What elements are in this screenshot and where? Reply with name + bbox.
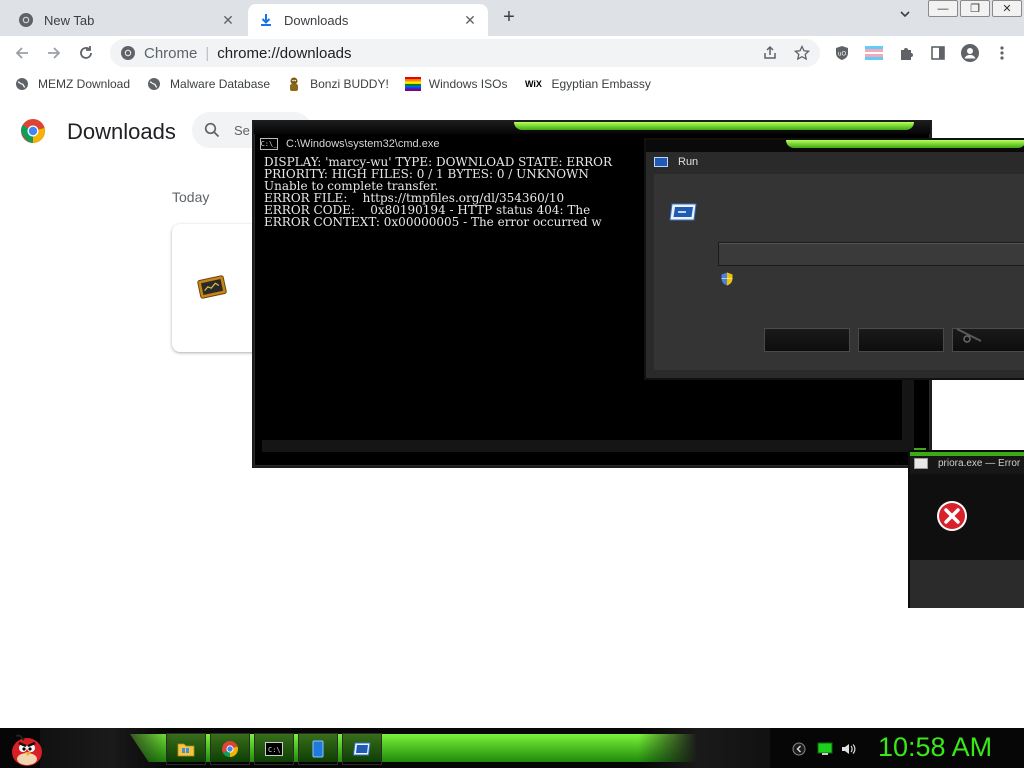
notepad-icon [312, 740, 324, 758]
bookmark-bonzi-buddy[interactable]: Bonzi BUDDY! [286, 76, 389, 92]
cmd-window-frame-top [254, 122, 930, 134]
maximize-button[interactable]: ❐ [960, 0, 990, 17]
chrome-icon [18, 12, 34, 28]
error-icon [937, 501, 967, 531]
angry-bird-icon [12, 734, 42, 766]
error-body [910, 474, 1024, 560]
bookmark-label: MEMZ Download [38, 77, 131, 91]
taskbar-run[interactable] [342, 733, 382, 765]
profile-avatar-icon[interactable] [960, 43, 980, 63]
bookmark-malware-database[interactable]: Malware Database [146, 76, 270, 92]
tab-label: Downloads [284, 12, 349, 28]
bookmark-windows-isos[interactable]: Windows ISOs [404, 76, 508, 92]
url-text: chrome://downloads [217, 44, 352, 62]
run-icon [353, 742, 371, 756]
reload-button[interactable] [74, 41, 98, 65]
side-panel-icon[interactable] [928, 43, 948, 63]
run-title: Run [678, 156, 699, 168]
uac-shield-icon [721, 272, 733, 286]
ok-button[interactable] [764, 328, 850, 352]
cmd-titlebar[interactable]: C:\_ C:\Windows\system32\cmd.exe [260, 136, 439, 152]
bonzi-icon [286, 76, 302, 92]
cmd-icon: C:\_ [260, 138, 278, 150]
address-bar[interactable]: Chrome | chrome://downloads [110, 39, 820, 67]
chrome-icon [120, 45, 136, 61]
taskbar-notepad[interactable] [298, 733, 338, 765]
cancel-button[interactable] [858, 328, 944, 352]
cmd-title: C:\Windows\system32\cmd.exe [286, 138, 440, 150]
network-icon[interactable] [816, 740, 834, 758]
wix-icon: WiX [525, 79, 542, 89]
executable-file-icon [197, 275, 227, 299]
start-button[interactable] [8, 728, 48, 768]
folder-icon [177, 743, 195, 757]
globe-icon [14, 76, 30, 92]
run-window-frame-top [646, 140, 1024, 152]
window-controls: — ❐ ✕ [928, 0, 1024, 18]
run-icon [654, 157, 668, 167]
windows-flag-icon [404, 76, 421, 92]
bookmarks-bar: MEMZ Download Malware Database Bonzi BUD… [0, 70, 1024, 98]
globe-icon [146, 76, 162, 92]
taskbar-chrome[interactable] [210, 733, 250, 765]
pride-flag-extension-icon[interactable] [864, 43, 884, 63]
bookmark-memz[interactable]: MEMZ Download [14, 76, 130, 92]
minimize-button[interactable]: — [928, 0, 958, 17]
run-command-input[interactable] [718, 242, 1024, 266]
chrome-icon [222, 741, 238, 758]
forward-button[interactable] [42, 41, 66, 65]
run-program-icon [669, 203, 697, 221]
browse-button[interactable] [952, 328, 1024, 352]
chevron-down-icon[interactable] [896, 8, 914, 26]
search-placeholder: Se [234, 122, 250, 138]
bookmark-label: Egyptian Embassy [551, 77, 651, 91]
bookmark-label: Malware Database [170, 77, 271, 91]
site-chip-label: Chrome [144, 44, 198, 62]
download-icon [258, 12, 274, 28]
page-title: Downloads [67, 119, 176, 144]
taskbar [0, 728, 1024, 768]
more-menu-icon[interactable] [992, 43, 1012, 63]
error-button-area [910, 560, 1024, 608]
svg-text:uO: uO [838, 51, 847, 58]
browser-toolbar: Chrome | chrome://downloads uO [0, 36, 1024, 70]
close-icon[interactable]: ✕ [462, 12, 478, 28]
new-tab-button[interactable]: + [498, 6, 520, 28]
chrome-logo-icon [20, 119, 45, 143]
bookmark-label: Windows ISOs [428, 77, 508, 91]
puzzle-icon[interactable] [896, 43, 916, 63]
close-window-button[interactable]: ✕ [992, 0, 1022, 17]
bookmark-label: Bonzi BUDDY! [310, 77, 389, 91]
date-section-heading: Today [172, 189, 210, 205]
error-titlebar[interactable]: priora.exe — Error [910, 454, 1024, 472]
error-dialog[interactable]: priora.exe — Error [908, 450, 1024, 608]
tab-downloads[interactable]: Downloads ✕ [248, 4, 488, 36]
run-dialog-body [654, 174, 1024, 370]
bookmark-egyptian-embassy[interactable]: WiX Egyptian Embassy [523, 76, 651, 92]
bookmark-star-icon[interactable] [792, 43, 812, 63]
volume-icon[interactable] [840, 740, 858, 758]
error-title: priora.exe — Error [938, 457, 1021, 469]
tab-strip: New Tab ✕ Downloads ✕ + — ❐ ✕ [0, 0, 1024, 36]
tab-new-tab[interactable]: New Tab ✕ [8, 4, 246, 36]
cmd-icon: C:\ [265, 742, 283, 756]
back-button[interactable] [10, 41, 34, 65]
close-icon[interactable]: ✕ [220, 12, 236, 28]
back-icon[interactable] [790, 740, 808, 758]
share-icon[interactable] [760, 43, 780, 63]
svg-text:C:\: C:\ [268, 746, 281, 754]
taskbar-cmd[interactable]: C:\ [254, 733, 294, 765]
taskbar-file-explorer[interactable] [166, 733, 206, 765]
app-icon [914, 457, 928, 469]
search-icon [204, 122, 220, 138]
cursor-icon [955, 327, 985, 352]
omnibox-separator: | [205, 44, 210, 62]
run-dialog[interactable]: Run [644, 138, 1024, 380]
ublock-icon[interactable]: uO [832, 43, 852, 63]
taskbar-clock[interactable]: 10:58 AM [878, 732, 992, 763]
tab-label: New Tab [44, 12, 95, 28]
run-titlebar[interactable]: Run [654, 152, 1024, 172]
